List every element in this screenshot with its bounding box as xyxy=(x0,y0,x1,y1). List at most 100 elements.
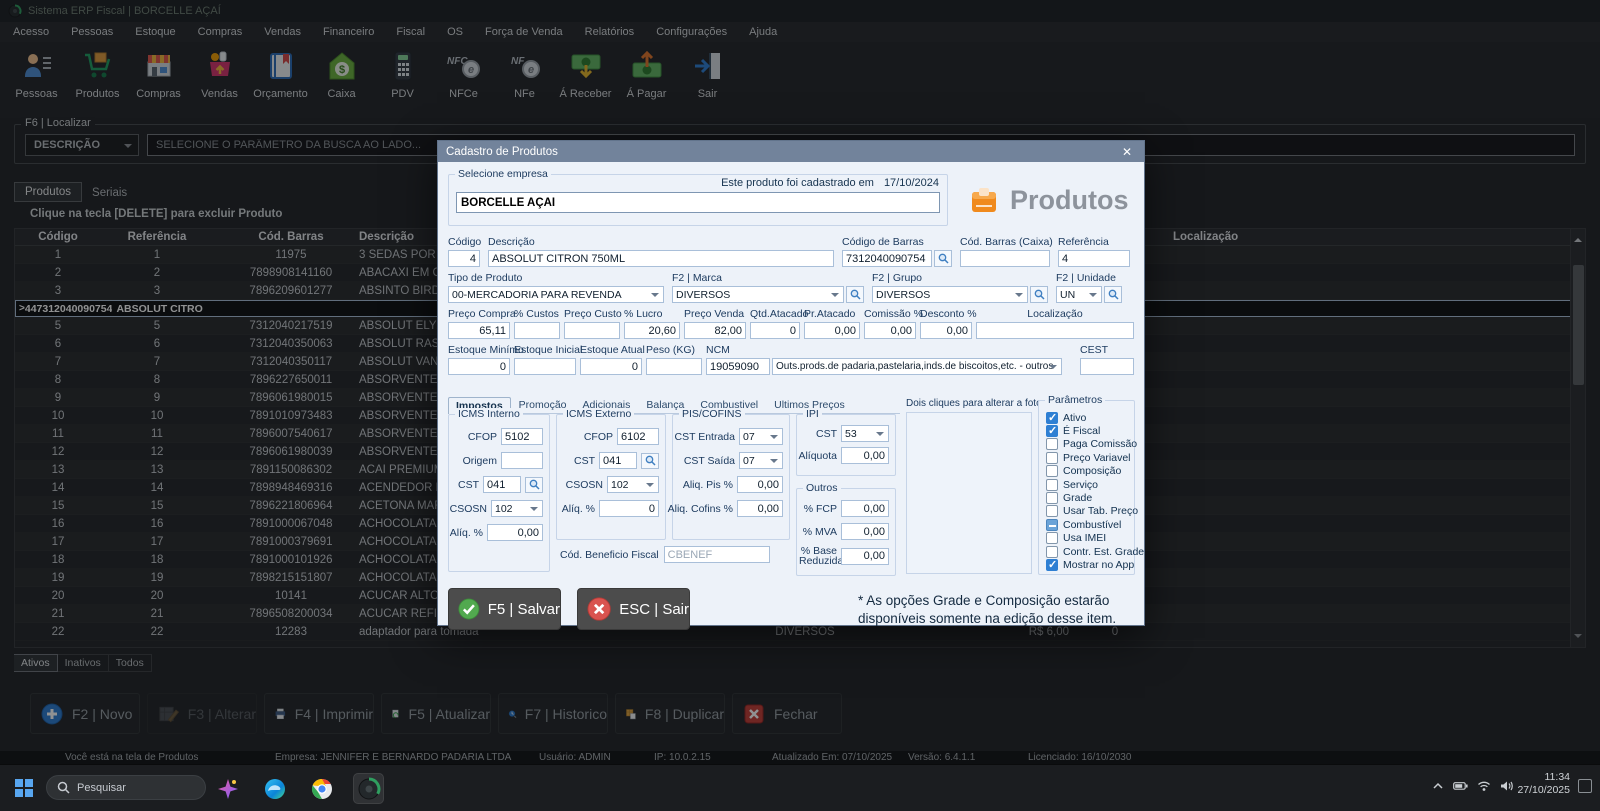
checkbox-icon[interactable] xyxy=(1046,452,1058,464)
empresa-input[interactable] xyxy=(456,192,940,213)
comissao-input[interactable] xyxy=(864,322,916,339)
preco-custo-input[interactable] xyxy=(564,322,620,339)
ipi-cst-select[interactable]: 53 xyxy=(841,425,889,442)
checkbox-icon[interactable] xyxy=(1046,412,1058,424)
referencia-field: Referência xyxy=(1058,236,1130,267)
icms-int-csosn-select[interactable]: 102 xyxy=(491,500,543,517)
localizacao-input[interactable] xyxy=(976,322,1134,339)
parametro-checkbox[interactable]: Usa IMEI xyxy=(1046,532,1132,545)
pis-cst-saida-select[interactable]: 07 xyxy=(739,452,783,469)
qtd-atacado-input[interactable] xyxy=(750,322,800,339)
grupo-search-icon[interactable] xyxy=(1030,286,1048,303)
barcode-search-icon[interactable] xyxy=(934,250,952,267)
ncm-input[interactable] xyxy=(706,358,770,375)
edge-browser-icon[interactable] xyxy=(259,773,290,804)
parametro-label: Ativo xyxy=(1063,412,1086,424)
tipo-produto-select[interactable]: 00-MERCADORIA PARA REVENDA xyxy=(448,286,664,303)
checkbox-icon[interactable] xyxy=(1046,438,1058,450)
taskbar-search[interactable]: Pesquisar xyxy=(46,775,206,800)
checkbox-icon[interactable] xyxy=(1046,492,1058,504)
peso-input[interactable] xyxy=(646,358,702,375)
parametro-checkbox[interactable]: Combustível xyxy=(1046,518,1132,531)
referencia-input[interactable] xyxy=(1058,250,1130,267)
fcp-input[interactable] xyxy=(841,500,889,517)
checkbox-icon[interactable] xyxy=(1046,465,1058,477)
parametro-checkbox[interactable]: Ativo xyxy=(1046,411,1132,424)
parametro-checkbox[interactable]: Usar Tab. Preço xyxy=(1046,505,1132,518)
marca-search-icon[interactable] xyxy=(846,286,864,303)
copilot-icon[interactable] xyxy=(212,773,243,804)
network-icon[interactable] xyxy=(1477,780,1491,792)
icms-ext-cfop-input[interactable] xyxy=(617,428,659,445)
product-photo[interactable] xyxy=(906,412,1032,574)
unidade-select[interactable]: UN xyxy=(1056,286,1102,303)
beneficio-fiscal-input[interactable] xyxy=(664,546,770,563)
checkbox-icon[interactable] xyxy=(1046,546,1058,558)
preco-venda-input[interactable] xyxy=(684,322,746,339)
dialog-close-icon[interactable]: ✕ xyxy=(1118,145,1136,159)
sair-button[interactable]: ESC | Sair xyxy=(577,588,690,630)
icms-int-cst-input[interactable] xyxy=(483,476,521,493)
checkbox-icon[interactable] xyxy=(1046,505,1058,517)
desconto-input[interactable] xyxy=(920,322,972,339)
ncm-desc-select[interactable]: Outs.prods.de padaria,pastelaria,inds.de… xyxy=(772,358,1062,375)
icms-ext-aliq-input[interactable] xyxy=(599,500,659,517)
icms-int-aliq-input[interactable] xyxy=(487,524,543,541)
pis-cofins-group: PIS/COFINS CST Entrada07 CST Saída07 Ali… xyxy=(672,414,790,540)
icms-ext-csosn-select[interactable]: 102 xyxy=(607,476,659,493)
checkbox-icon[interactable] xyxy=(1046,519,1058,531)
parametro-checkbox[interactable]: Composição xyxy=(1046,465,1132,478)
system-tray xyxy=(1432,780,1514,792)
marca-select[interactable]: DIVERSOS xyxy=(672,286,844,303)
icms-ext-cst-input[interactable] xyxy=(599,452,637,469)
cest-input[interactable] xyxy=(1080,358,1134,375)
parametro-label: Mostrar no App xyxy=(1063,559,1134,571)
parametro-checkbox[interactable]: Contr. Est. Grade xyxy=(1046,545,1132,558)
estoque-minimo-input[interactable] xyxy=(448,358,510,375)
grupo-select[interactable]: DIVERSOS xyxy=(872,286,1028,303)
pr-atacado-input[interactable] xyxy=(804,322,860,339)
unidade-search-icon[interactable] xyxy=(1104,286,1122,303)
battery-icon[interactable] xyxy=(1453,780,1468,792)
pis-cst-entrada-select[interactable]: 07 xyxy=(739,428,783,445)
empresa-group: Selecione empresa Este produto foi cadas… xyxy=(448,174,948,226)
cod-barras-caixa-input[interactable] xyxy=(960,250,1050,267)
parametro-checkbox[interactable]: Mostrar no App xyxy=(1046,558,1132,571)
taskbar-clock[interactable]: 11:34 27/10/2025 xyxy=(1517,771,1570,797)
parametro-checkbox[interactable]: Serviço xyxy=(1046,478,1132,491)
salvar-button[interactable]: F5 | Salvar xyxy=(448,588,561,630)
parametro-checkbox[interactable]: Grade xyxy=(1046,491,1132,504)
icms-int-cfop-input[interactable] xyxy=(501,428,543,445)
ipi-aliquota-input[interactable] xyxy=(841,447,889,464)
start-button[interactable] xyxy=(10,774,38,802)
browser-icon[interactable] xyxy=(306,773,337,804)
icms-int-cst-search-icon[interactable] xyxy=(525,477,543,493)
volume-icon[interactable] xyxy=(1500,780,1514,792)
lucro-input[interactable] xyxy=(624,322,680,339)
notification-icon[interactable] xyxy=(1578,779,1592,793)
custos-input[interactable] xyxy=(514,322,560,339)
checkbox-icon[interactable] xyxy=(1046,559,1058,571)
estoque-inicial-input[interactable] xyxy=(514,358,576,375)
parametro-checkbox[interactable]: Paga Comissão xyxy=(1046,438,1132,451)
checkbox-icon[interactable] xyxy=(1046,425,1058,437)
aliq-cofins-input[interactable] xyxy=(737,500,783,517)
preco-compra-input[interactable] xyxy=(448,322,510,339)
icms-int-origem-input[interactable] xyxy=(501,452,543,469)
checkbox-icon[interactable] xyxy=(1046,479,1058,491)
checkbox-icon[interactable] xyxy=(1046,532,1058,544)
ncm-field: NCM Outs.prods.de padaria,pastelaria,ind… xyxy=(706,344,1062,375)
erp-app-icon[interactable] xyxy=(353,773,384,804)
tray-chevron-icon[interactable] xyxy=(1432,780,1444,792)
base-reduzida-input[interactable] xyxy=(841,548,889,565)
descricao-input[interactable] xyxy=(488,250,834,267)
codigo-input[interactable] xyxy=(448,250,480,267)
estoque-atual-input[interactable] xyxy=(580,358,642,375)
parametro-checkbox[interactable]: Preço Variavel xyxy=(1046,451,1132,464)
field-row-3: Preço Compra % Custos Preço Custo % Lucr… xyxy=(448,308,1134,339)
mva-input[interactable] xyxy=(841,523,889,540)
parametro-checkbox[interactable]: É Fiscal xyxy=(1046,424,1132,437)
cod-barras-input[interactable] xyxy=(842,250,932,267)
icms-ext-cst-search-icon[interactable] xyxy=(641,453,659,469)
aliq-pis-input[interactable] xyxy=(737,476,783,493)
